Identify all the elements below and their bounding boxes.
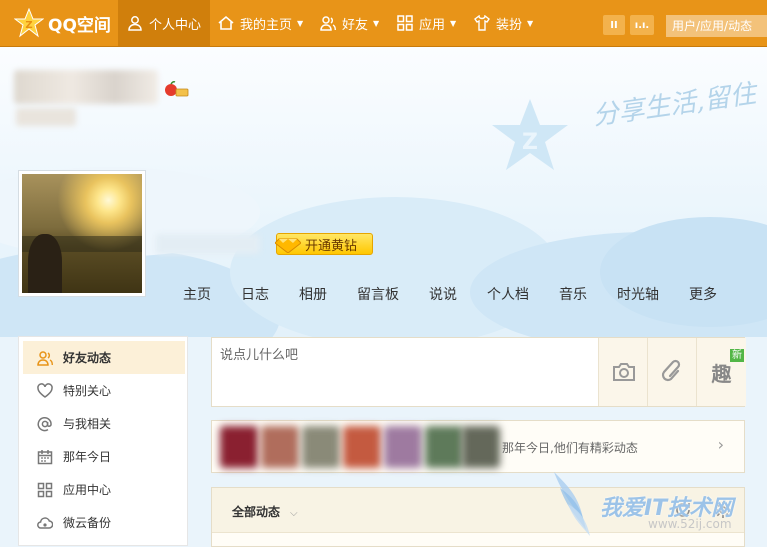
- sidebar-item-label: 与我相关: [63, 417, 112, 431]
- sidebar-item-label: 好友动态: [63, 351, 112, 365]
- insert-link-button[interactable]: [647, 338, 697, 406]
- nav-friends[interactable]: 好友 ▼: [320, 0, 379, 46]
- tab-music[interactable]: 音乐: [559, 284, 587, 304]
- tab-home[interactable]: 主页: [183, 284, 211, 304]
- tab-album[interactable]: 相册: [299, 284, 327, 304]
- qzone-star-watermark-icon: Z: [492, 99, 568, 170]
- site-watermark: 我爱IT技术网 www.52ij.com: [550, 468, 767, 540]
- blurred-nickname: [156, 234, 260, 254]
- link-icon: [661, 359, 680, 382]
- nav-label: 应用: [419, 17, 446, 33]
- tab-more[interactable]: 更多: [689, 284, 717, 304]
- fun-icon: 趣: [711, 361, 732, 386]
- qzone-logo[interactable]: Z QQ空间: [14, 8, 111, 38]
- calendar-icon: [37, 449, 53, 464]
- top-search-input[interactable]: [666, 15, 767, 37]
- nav-label: 个人中心: [148, 17, 201, 33]
- memory-text: 那年今日,他们有精彩动态: [502, 441, 638, 455]
- chevron-down-icon: ▼: [297, 18, 304, 28]
- fun-button[interactable]: 趣 新: [696, 338, 746, 406]
- sidebar-item-this-day[interactable]: 那年今日: [23, 440, 185, 473]
- vip-button-label: 开通黄钻: [305, 238, 358, 254]
- nav-label: 装扮: [496, 17, 523, 33]
- nav-personal-center[interactable]: 个人中心: [118, 0, 210, 46]
- tshirt-icon: [474, 15, 490, 31]
- sidebar-item-related-to-me[interactable]: 与我相关: [23, 407, 185, 440]
- sidebar-item-label: 微云备份: [63, 516, 112, 530]
- tab-timeline[interactable]: 时光轴: [617, 284, 659, 304]
- sidebar-item-label: 那年今日: [63, 450, 112, 464]
- feed-filter-label: 全部动态: [232, 505, 281, 519]
- cloud-backup-icon: [37, 516, 53, 529]
- photo-upload-button[interactable]: [598, 338, 648, 406]
- sidebar-item-weiyun-backup[interactable]: 微云备份: [23, 506, 185, 539]
- tab-message-board[interactable]: 留言板: [357, 284, 399, 304]
- watermark-url: www.52ij.com: [648, 517, 732, 531]
- chevron-down-icon: ▼: [527, 18, 534, 28]
- new-badge: 新: [730, 349, 744, 362]
- pause-button[interactable]: II: [603, 15, 625, 35]
- sidebar-item-label: 特别关心: [63, 384, 112, 398]
- person-icon: [128, 16, 142, 31]
- tab-blog[interactable]: 日志: [241, 284, 269, 304]
- chevron-down-icon: ▼: [450, 18, 457, 28]
- svg-text:Z: Z: [25, 20, 32, 31]
- blurred-friend-avatars: [216, 426, 501, 468]
- friends-icon: [320, 16, 336, 31]
- status-composer: 趣 新: [211, 337, 746, 407]
- home-icon: [218, 15, 234, 30]
- this-day-memories-card[interactable]: 那年今日,他们有精彩动态 ›: [211, 420, 745, 473]
- open-yellow-diamond-button[interactable]: 开通黄钻: [275, 233, 373, 255]
- brand-name: QQ空间: [48, 15, 111, 36]
- heart-icon: [37, 382, 53, 398]
- svg-text:Z: Z: [522, 130, 538, 155]
- sidebar-item-app-center[interactable]: 应用中心: [23, 473, 185, 506]
- chevron-right-icon: ›: [717, 435, 724, 454]
- blurred-subtitle: [16, 108, 76, 126]
- friends-feed-icon: [37, 350, 53, 366]
- nav-my-homepage[interactable]: 我的主页 ▼: [218, 0, 303, 46]
- apps-grid-icon: [37, 482, 53, 497]
- nav-dressup[interactable]: 装扮 ▼: [474, 0, 533, 46]
- qzone-star-icon: Z: [14, 8, 44, 38]
- camera-icon: [612, 363, 635, 381]
- chevron-down-icon: ⌵: [290, 508, 298, 519]
- nav-label: 好友: [342, 17, 369, 33]
- apps-grid-icon: [397, 15, 413, 31]
- music-bars-button[interactable]: ı.ı.: [630, 15, 654, 35]
- sidebar-item-friends-feed[interactable]: 好友动态: [23, 341, 185, 374]
- at-icon: [37, 416, 52, 431]
- tab-profile[interactable]: 个人档: [487, 284, 529, 304]
- chevron-down-icon: ▼: [373, 18, 380, 28]
- blurred-username: [14, 70, 158, 104]
- level-apple-icon[interactable]: [163, 80, 189, 98]
- status-input[interactable]: [212, 338, 598, 406]
- top-navigation-bar: Z QQ空间 个人中心 我的主页 ▼ 好友 ▼ 应用 ▼ 装扮 ▼ II ı.ı…: [0, 0, 767, 47]
- profile-avatar[interactable]: [18, 170, 146, 297]
- sidebar-item-special-care[interactable]: 特别关心: [23, 374, 185, 407]
- feed-filter-dropdown[interactable]: 全部动态 ⌵: [232, 503, 298, 520]
- nav-label: 我的主页: [240, 17, 293, 33]
- diamond-icon: [275, 238, 301, 253]
- sidebar-item-label: 应用中心: [63, 483, 112, 497]
- tab-shuoshuo[interactable]: 说说: [429, 284, 457, 304]
- avatar-photo: [22, 174, 142, 293]
- left-sidebar: 好友动态 特别关心 与我相关 那年今日 应用中心 微云备份: [18, 336, 188, 546]
- nav-apps[interactable]: 应用 ▼: [397, 0, 456, 46]
